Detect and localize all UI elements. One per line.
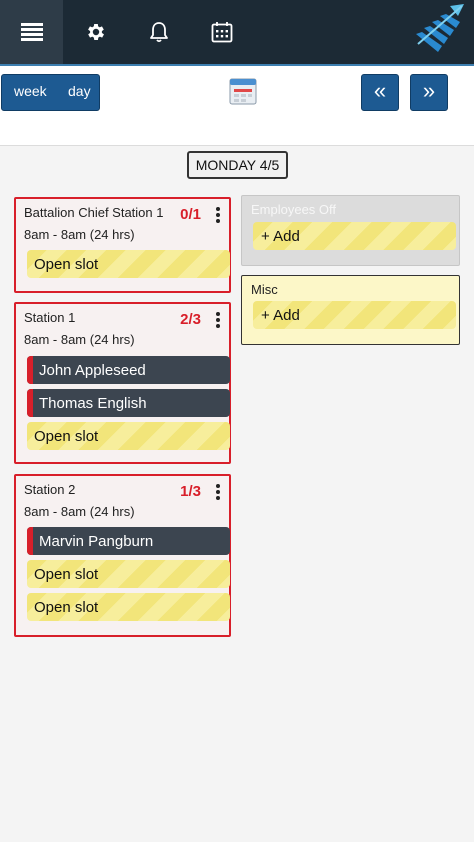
station-title: Station 1 [24, 310, 76, 325]
view-toggle: week day [1, 74, 100, 111]
open-slot[interactable]: Open slot [27, 560, 230, 588]
menu-button[interactable] [0, 0, 63, 64]
menu-icon [20, 23, 43, 41]
shift-hours: 8am - 8am (24 hrs) [24, 504, 135, 519]
shift-hours: 8am - 8am (24 hrs) [24, 332, 135, 347]
logo-icon [416, 4, 464, 52]
open-slot[interactable]: Open slot [27, 593, 230, 621]
calendar-nav-button[interactable] [190, 0, 253, 64]
calendar-icon [211, 22, 232, 43]
more-options-icon[interactable] [216, 207, 220, 225]
employee-slot[interactable]: Marvin Pangburn [27, 527, 230, 555]
date-picker-button[interactable] [229, 77, 257, 110]
bell-icon [149, 22, 168, 43]
next-button[interactable]: » [410, 74, 448, 111]
week-view-button[interactable]: week [14, 75, 47, 99]
view-controls: week day « » [0, 66, 474, 146]
day-view-button[interactable]: day [68, 75, 91, 99]
more-options-icon[interactable] [216, 484, 220, 502]
misc-panel: Misc + Add [241, 275, 460, 345]
day-header: MONDAY 4/5 [187, 151, 288, 179]
station-title: Station 2 [24, 482, 76, 497]
add-employee-off-button[interactable]: + Add [253, 222, 456, 250]
shift-hours: 8am - 8am (24 hrs) [24, 227, 135, 242]
add-misc-button[interactable]: + Add [253, 301, 456, 329]
previous-button[interactable]: « [361, 74, 399, 111]
open-slot[interactable]: Open slot [27, 422, 230, 450]
employees-off-title: Employees Off [251, 202, 337, 217]
open-slot[interactable]: Open slot [27, 250, 230, 278]
employee-slot[interactable]: John Appleseed [27, 356, 230, 384]
calendar-picker-icon [229, 78, 257, 105]
employees-off-panel: Employees Off + Add [241, 195, 460, 266]
notifications-button[interactable] [127, 0, 190, 64]
station-card-station-2: Station 2 1/3 8am - 8am (24 hrs) Marvin … [14, 474, 231, 637]
station-card-station-1: Station 1 2/3 8am - 8am (24 hrs) John Ap… [14, 302, 231, 464]
staffing-count: 0/1 [180, 206, 201, 223]
employee-slot[interactable]: Thomas English [27, 389, 230, 417]
brand-logo [408, 4, 466, 61]
more-options-icon[interactable] [216, 312, 220, 330]
gear-icon [87, 24, 104, 40]
staffing-count: 1/3 [180, 483, 201, 500]
settings-button[interactable] [64, 0, 127, 64]
staffing-count: 2/3 [180, 311, 201, 328]
top-nav-bar [0, 0, 474, 66]
station-title: Battalion Chief Station 1 [24, 205, 164, 220]
misc-title: Misc [251, 282, 278, 297]
station-card-battalion-chief: Battalion Chief Station 1 0/1 8am - 8am … [14, 197, 231, 293]
